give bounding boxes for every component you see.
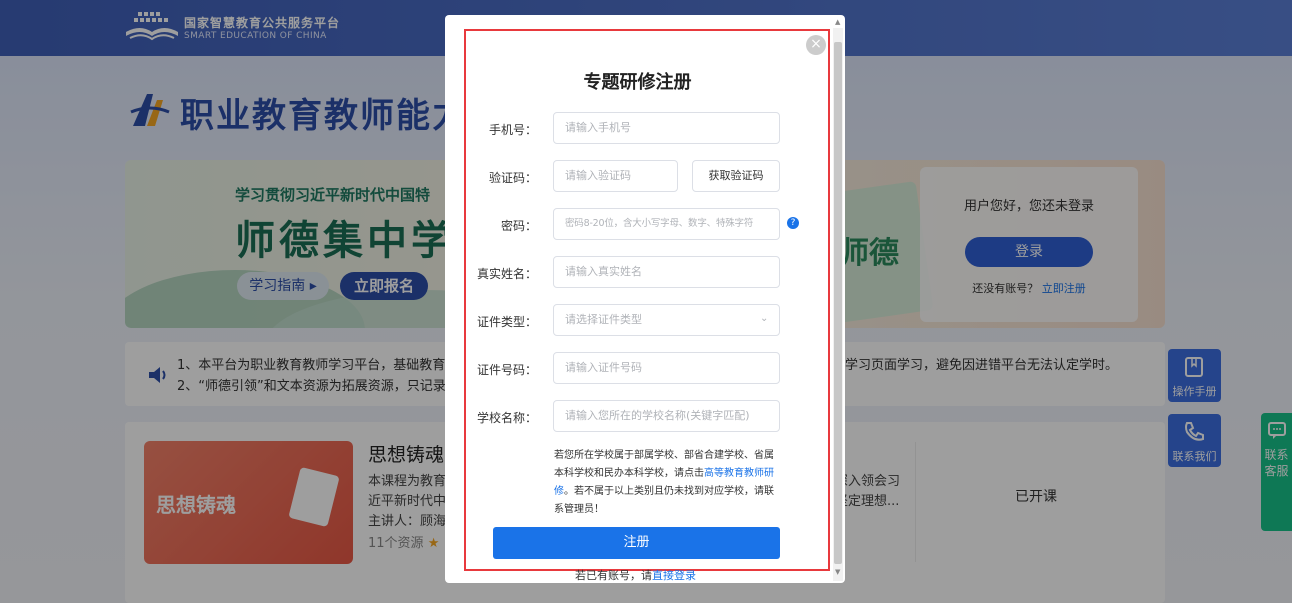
id-number-label: 证件号码： xyxy=(476,363,537,377)
login-prompt: 若已有账号，请直接登录 xyxy=(575,567,696,583)
realname-input[interactable]: 请输入真实姓名 xyxy=(553,256,780,288)
register-submit-button[interactable]: 注册 xyxy=(493,527,780,559)
password-input[interactable]: 密码8-20位，含大小写字母、数字、特殊字符 xyxy=(553,208,780,240)
note-text-after: 。若不属于以上类别且仍未找到对应学校，请联系管理员！ xyxy=(554,486,774,515)
modal-title: 专题研修注册 xyxy=(583,72,692,93)
chevron-down-icon: ⌄ xyxy=(760,313,769,324)
phone-input[interactable]: 请输入手机号 xyxy=(553,112,780,144)
school-note: 若您所在学校属于部属学校、部省合建学校、省属本科学校和民办本科学校，请点击高等教… xyxy=(554,447,780,519)
scroll-down-arrow-icon[interactable]: ▼ xyxy=(835,568,840,576)
id-type-label: 证件类型： xyxy=(476,315,537,329)
school-label: 学校名称： xyxy=(476,411,537,425)
school-input[interactable]: 请输入您所在的学校名称(关键字匹配) xyxy=(553,400,780,432)
scroll-up-arrow-icon[interactable]: ▲ xyxy=(835,18,840,26)
password-label: 密码： xyxy=(500,219,537,233)
phone-label: 手机号： xyxy=(488,123,537,137)
help-icon[interactable]: ? xyxy=(787,217,799,229)
id-number-input[interactable]: 请输入证件号码 xyxy=(553,352,780,384)
close-icon[interactable]: × xyxy=(806,35,826,55)
id-type-select[interactable]: 请选择证件类型 xyxy=(553,304,780,336)
login-prompt-text: 若已有账号，请 xyxy=(575,569,652,582)
direct-login-link[interactable]: 直接登录 xyxy=(652,569,696,582)
modal-scrollbar-thumb[interactable] xyxy=(834,42,842,564)
realname-label: 真实姓名： xyxy=(476,267,537,281)
verification-code-input[interactable]: 请输入验证码 xyxy=(553,160,678,192)
get-code-button[interactable]: 获取验证码 xyxy=(692,160,780,192)
code-label: 验证码： xyxy=(488,171,537,185)
